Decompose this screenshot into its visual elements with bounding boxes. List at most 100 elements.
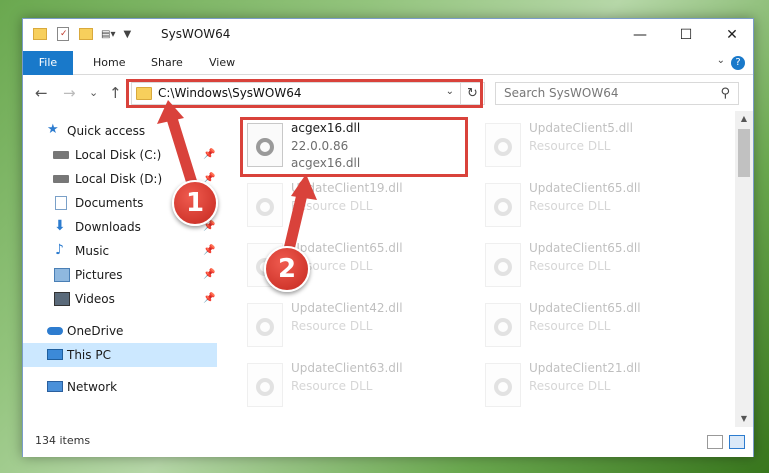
dll-file-icon xyxy=(485,243,521,287)
scroll-down-icon[interactable]: ▼ xyxy=(735,411,753,427)
file-name: UpdateClient42.dll xyxy=(291,301,403,315)
videos-icon xyxy=(54,292,70,306)
scroll-up-icon[interactable]: ▲ xyxy=(735,111,753,127)
dll-file-icon xyxy=(247,303,283,347)
dll-file-icon xyxy=(247,183,283,227)
music-icon: ♪ xyxy=(55,242,64,258)
sidebar-item-label: Music xyxy=(75,244,110,258)
large-icons-view-button[interactable] xyxy=(729,435,745,449)
sidebar-item-label: Pictures xyxy=(75,268,123,282)
search-placeholder: Search SysWOW64 xyxy=(504,86,619,100)
sidebar-item-label: Local Disk (C:) xyxy=(75,148,162,162)
file-name: UpdateClient65.dll xyxy=(529,301,641,315)
quick-access-toolbar: ✓ ▤▾ ▼ xyxy=(33,27,131,41)
sidebar-item-pictures[interactable]: Pictures 📌 xyxy=(23,263,217,287)
status-bar: 134 items xyxy=(23,427,753,457)
file-item[interactable]: UpdateClient21.dll Resource DLL xyxy=(481,359,709,419)
navigation-pane: ★ Quick access Local Disk (C:) 📌 Local D… xyxy=(23,111,219,427)
file-name: UpdateClient65.dll xyxy=(291,241,403,255)
tab-share[interactable]: Share xyxy=(141,51,193,75)
dll-file-icon xyxy=(247,363,283,407)
pin-icon[interactable]: 📌 xyxy=(203,263,215,287)
file-name: UpdateClient65.dll xyxy=(529,241,641,255)
file-item[interactable]: UpdateClient65.dll Resource DLL xyxy=(481,239,709,299)
properties-icon[interactable]: ✓ xyxy=(57,27,69,41)
file-highlight xyxy=(240,117,468,177)
star-icon: ★ xyxy=(47,122,59,137)
sidebar-item-network[interactable]: Network xyxy=(23,375,217,399)
title-bar: ✓ ▤▾ ▼ SysWOW64 — ☐ ✕ xyxy=(23,19,753,51)
annotation-badge-1: 1 xyxy=(172,180,218,226)
help-icon[interactable]: ? xyxy=(731,56,745,70)
search-icon[interactable]: ⚲ xyxy=(720,86,730,101)
sidebar-item-label: Network xyxy=(67,380,118,394)
file-item[interactable]: UpdateClient63.dll Resource DLL xyxy=(243,359,471,419)
file-description: Resource DLL xyxy=(529,259,611,273)
search-input[interactable]: Search SysWOW64 ⚲ xyxy=(495,82,739,105)
recent-locations-button[interactable]: ⌄ xyxy=(89,86,98,99)
window-title: SysWOW64 xyxy=(161,27,231,41)
maximize-button[interactable]: ☐ xyxy=(663,19,709,51)
sidebar-item-label: Documents xyxy=(75,196,144,210)
sidebar-item-quick-access[interactable]: ★ Quick access xyxy=(23,119,217,143)
sidebar-item-label: This PC xyxy=(67,348,111,362)
chevron-down-icon[interactable]: ▼ xyxy=(123,29,131,40)
sidebar-item-label: Downloads xyxy=(75,220,141,234)
file-description: Resource DLL xyxy=(291,319,373,333)
close-button[interactable]: ✕ xyxy=(709,19,755,51)
file-description: Resource DLL xyxy=(529,199,611,213)
sidebar-item-label: OneDrive xyxy=(67,324,124,338)
drive-icon xyxy=(53,151,69,159)
sidebar-item-this-pc[interactable]: This PC xyxy=(23,343,217,367)
file-description: Resource DLL xyxy=(529,139,611,153)
customize-toolbar-icon[interactable]: ▤▾ xyxy=(101,29,115,40)
sidebar-item-label: Videos xyxy=(75,292,115,306)
address-bar-highlight xyxy=(126,79,483,108)
file-item[interactable]: UpdateClient19.dll Resource DLL xyxy=(243,179,471,239)
up-button[interactable]: ↑ xyxy=(109,84,122,102)
file-name: UpdateClient19.dll xyxy=(291,181,403,195)
sidebar-item-local-disk-c[interactable]: Local Disk (C:) 📌 xyxy=(23,143,217,167)
back-button[interactable]: ← xyxy=(35,84,48,102)
file-description: Resource DLL xyxy=(529,379,611,393)
file-item[interactable]: UpdateClient65.dll Resource DLL xyxy=(481,299,709,359)
pin-icon[interactable]: 📌 xyxy=(203,287,215,311)
item-count: 134 items xyxy=(35,434,91,447)
drive-icon xyxy=(53,175,69,183)
tab-view[interactable]: View xyxy=(199,51,245,75)
pc-icon xyxy=(47,349,63,360)
dll-file-icon xyxy=(485,183,521,227)
pictures-icon xyxy=(54,268,70,282)
vertical-scrollbar[interactable]: ▲ ▼ xyxy=(735,111,753,427)
file-item[interactable]: UpdateClient42.dll Resource DLL xyxy=(243,299,471,359)
file-description: Resource DLL xyxy=(291,199,373,213)
dll-file-icon xyxy=(485,303,521,347)
scroll-thumb[interactable] xyxy=(738,129,750,177)
sidebar-item-music[interactable]: ♪ Music 📌 xyxy=(23,239,217,263)
dll-file-icon xyxy=(485,363,521,407)
file-item[interactable]: UpdateClient65.dll Resource DLL xyxy=(481,179,709,239)
file-name: UpdateClient5.dll xyxy=(529,121,633,135)
details-view-button[interactable] xyxy=(707,435,723,449)
onedrive-icon xyxy=(47,327,63,335)
ribbon: File Home Share View ⌄ ? xyxy=(23,51,753,75)
tab-home[interactable]: Home xyxy=(83,51,135,75)
expand-ribbon-icon[interactable]: ⌄ xyxy=(717,55,725,66)
sidebar-item-videos[interactable]: Videos 📌 xyxy=(23,287,217,311)
file-description: Resource DLL xyxy=(291,379,373,393)
file-name: UpdateClient63.dll xyxy=(291,361,403,375)
file-item[interactable]: UpdateClient5.dll Resource DLL xyxy=(481,119,709,179)
folder-icon[interactable] xyxy=(33,28,47,40)
documents-icon xyxy=(55,196,67,210)
dll-file-icon xyxy=(485,123,521,167)
annotation-badge-2: 2 xyxy=(264,246,310,292)
pin-icon[interactable]: 📌 xyxy=(203,143,215,167)
pin-icon[interactable]: 📌 xyxy=(203,239,215,263)
sidebar-item-label: Quick access xyxy=(67,124,146,138)
minimize-button[interactable]: — xyxy=(617,19,663,51)
new-folder-icon[interactable] xyxy=(79,28,93,40)
downloads-icon: ⬇ xyxy=(54,218,66,234)
tab-file[interactable]: File xyxy=(23,51,73,75)
sidebar-item-onedrive[interactable]: OneDrive xyxy=(23,319,217,343)
forward-button[interactable]: → xyxy=(63,84,76,102)
